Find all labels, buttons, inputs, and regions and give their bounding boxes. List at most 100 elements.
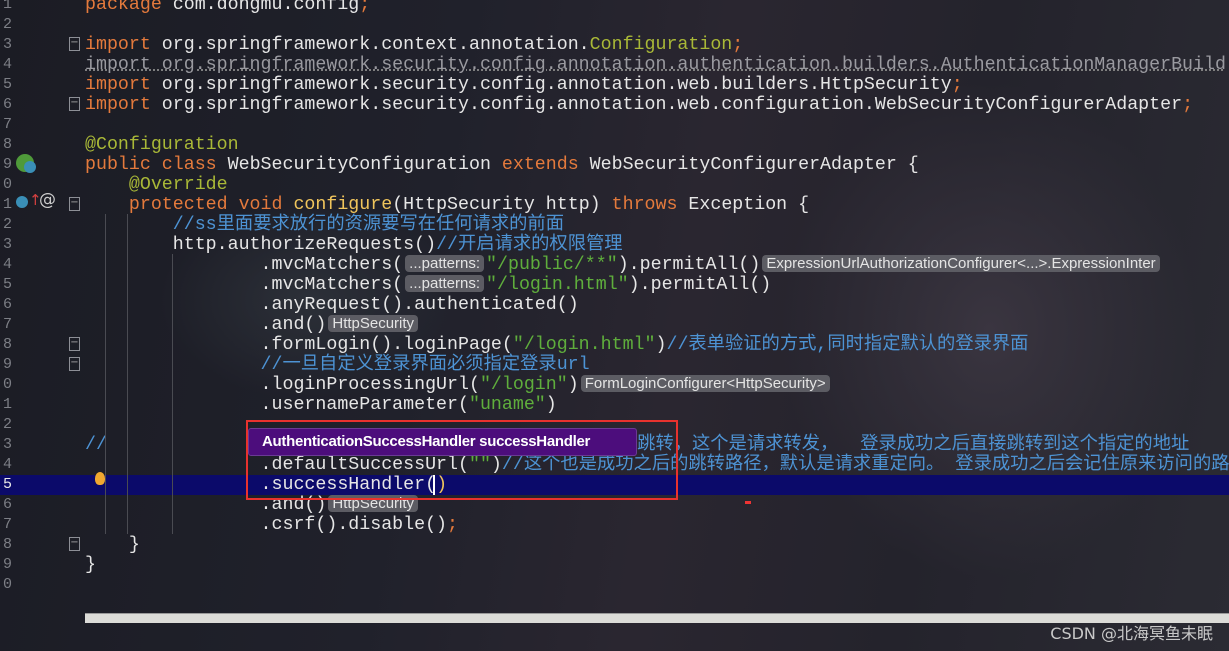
code-editor[interactable]: 1 package com.dongmu.config; 2 3 import org.… bbox=[0, 0, 1229, 610]
code-token: ).permitAll() bbox=[628, 275, 772, 295]
line-number[interactable]: 0 bbox=[0, 375, 12, 395]
indent-guide bbox=[127, 214, 128, 534]
spring-bean-icon[interactable] bbox=[16, 154, 36, 173]
code-line[interactable]: 9 public class WebSecurityConfiguration e… bbox=[0, 155, 1229, 175]
line-number[interactable]: 3 bbox=[0, 435, 12, 455]
code-line[interactable]: 5 import org.springframework.security.con… bbox=[0, 75, 1229, 95]
line-number[interactable]: 5 bbox=[0, 75, 12, 95]
at-annotation-icon[interactable]: @ bbox=[39, 190, 56, 210]
code-token: .and() bbox=[85, 315, 327, 335]
override-method-icon[interactable] bbox=[16, 196, 28, 208]
code-token: ; bbox=[1182, 95, 1194, 115]
line-number[interactable]: 3 bbox=[0, 235, 12, 255]
line-number[interactable]: 9 bbox=[0, 555, 12, 575]
code-token: ).permitAll() bbox=[617, 255, 761, 275]
inlay-hint: HttpSecurity bbox=[328, 315, 419, 332]
code-token: @Override bbox=[85, 175, 228, 195]
line-number[interactable]: 6 bbox=[0, 295, 12, 315]
code-line[interactable]: 0 @Override bbox=[0, 175, 1229, 195]
code-token: import bbox=[85, 95, 162, 115]
code-text: //ss里面要求放行的资源要写在任何请求的前面 bbox=[85, 215, 564, 235]
code-line[interactable]: 2 //ss里面要求放行的资源要写在任何请求的前面 bbox=[0, 215, 1229, 235]
code-line[interactable]: 2 bbox=[0, 15, 1229, 35]
fold-marker[interactable]: − bbox=[69, 537, 80, 551]
code-token: ) bbox=[567, 375, 579, 395]
line-number[interactable]: 8 bbox=[0, 535, 12, 555]
line-number[interactable]: 4 bbox=[0, 55, 12, 75]
code-token: .anyRequest().authenticated() bbox=[85, 295, 579, 315]
lightbulb-intention-icon[interactable] bbox=[95, 472, 105, 485]
line-number[interactable]: 2 bbox=[0, 215, 12, 235]
code-token: package bbox=[85, 0, 173, 15]
line-number[interactable]: 0 bbox=[0, 575, 12, 595]
line-number[interactable]: 1 bbox=[0, 395, 12, 415]
line-number[interactable]: 9 bbox=[0, 355, 12, 375]
code-line[interactable]: 5 .mvcMatchers(...patterns: "/login.html"… bbox=[0, 275, 1229, 295]
code-line[interactable]: 8 @Configuration bbox=[0, 135, 1229, 155]
line-number[interactable]: 9 bbox=[0, 155, 12, 175]
code-text: .loginProcessingUrl("/login") FormLoginCo… bbox=[85, 375, 832, 395]
code-line[interactable]: 3 import org.springframework.context.anno… bbox=[0, 35, 1229, 55]
line-number[interactable]: 7 bbox=[0, 515, 12, 535]
line-number[interactable]: 7 bbox=[0, 315, 12, 335]
line-number[interactable]: 4 bbox=[0, 255, 12, 275]
code-line[interactable]: 9 //一旦自定义登录界面必须指定登录url bbox=[0, 355, 1229, 375]
line-number[interactable]: 5 bbox=[0, 275, 12, 295]
code-line[interactable]: 3 http.authorizeRequests()//开启请求的权限管理 bbox=[0, 235, 1229, 255]
line-number[interactable]: 8 bbox=[0, 335, 12, 355]
code-line[interactable]: 0 .loginProcessingUrl("/login") FormLogin… bbox=[0, 375, 1229, 395]
code-token: .csrf().disable() bbox=[85, 515, 448, 535]
code-token: } bbox=[85, 555, 96, 575]
line-number[interactable]: 1 bbox=[0, 195, 12, 215]
line-number[interactable]: 6 bbox=[0, 95, 12, 115]
code-token: com.dongmu.config bbox=[172, 0, 360, 15]
inlay-hint: ...patterns: bbox=[405, 275, 485, 292]
fold-marker[interactable]: − bbox=[69, 337, 80, 351]
code-line[interactable]: 1 protected void configure(HttpSecurity … bbox=[0, 195, 1229, 215]
code-token: "uname" bbox=[468, 395, 546, 415]
line-number[interactable]: 1 bbox=[0, 0, 12, 15]
line-number[interactable]: 4 bbox=[0, 455, 12, 475]
code-token: .usernameParameter( bbox=[85, 395, 469, 415]
line-number[interactable]: 3 bbox=[0, 35, 12, 55]
code-text: @Override bbox=[85, 175, 228, 195]
line-number[interactable]: 0 bbox=[0, 175, 12, 195]
line-number[interactable]: 8 bbox=[0, 135, 12, 155]
line-number[interactable]: 2 bbox=[0, 415, 12, 435]
code-token: org.springframework.security.config.anno… bbox=[161, 75, 952, 95]
inlay-hint: ExpressionUrlAuthorizationConfigurer<...… bbox=[762, 255, 1160, 272]
code-token: import org.springframework.security.conf… bbox=[85, 55, 1226, 75]
line-number[interactable]: 5 bbox=[0, 475, 12, 495]
code-line[interactable]: 8 .formLogin().loginPage("/login.html")/… bbox=[0, 335, 1229, 355]
code-token: .formLogin().loginPage( bbox=[85, 335, 513, 355]
fold-marker[interactable]: − bbox=[69, 97, 80, 111]
code-line[interactable]: 4 import org.springframework.security.con… bbox=[0, 55, 1229, 75]
code-token: //一旦自定义登录界面必须指定登录url bbox=[85, 355, 590, 375]
code-line[interactable]: 7 bbox=[0, 115, 1229, 135]
code-token: import bbox=[85, 35, 162, 55]
code-text: .anyRequest().authenticated() bbox=[85, 295, 579, 315]
highlight-box bbox=[246, 420, 678, 500]
code-line[interactable]: 1 .usernameParameter("uname") bbox=[0, 395, 1229, 415]
code-token: org.springframework.security.config.anno… bbox=[161, 95, 1183, 115]
code-line[interactable]: 7 .and() HttpSecurity bbox=[0, 315, 1229, 335]
code-text: protected void configure(HttpSecurity ht… bbox=[85, 195, 809, 215]
code-line[interactable]: 9} bbox=[0, 555, 1229, 575]
line-number[interactable]: 6 bbox=[0, 495, 12, 515]
fold-marker[interactable]: − bbox=[69, 357, 80, 371]
code-line[interactable]: 6 import org.springframework.security.con… bbox=[0, 95, 1229, 115]
fold-marker[interactable]: − bbox=[69, 197, 80, 211]
fold-marker[interactable]: − bbox=[69, 37, 80, 51]
code-token: ) bbox=[545, 395, 557, 415]
code-line[interactable]: 6 .anyRequest().authenticated() bbox=[0, 295, 1229, 315]
code-line[interactable]: 7 .csrf().disable(); bbox=[0, 515, 1229, 535]
code-token: "/login" bbox=[479, 375, 568, 395]
code-text: //一旦自定义登录界面必须指定登录url bbox=[85, 355, 590, 375]
line-number[interactable]: 7 bbox=[0, 115, 12, 135]
code-line[interactable]: 8 } bbox=[0, 535, 1229, 555]
code-line[interactable]: 4 .mvcMatchers(...patterns: "/public/**")… bbox=[0, 255, 1229, 275]
line-number[interactable]: 2 bbox=[0, 15, 12, 35]
code-line[interactable]: 0 bbox=[0, 575, 1229, 595]
code-token: //开启请求的权限管理 bbox=[436, 235, 623, 255]
code-line[interactable]: 1 package com.dongmu.config; bbox=[0, 0, 1229, 15]
